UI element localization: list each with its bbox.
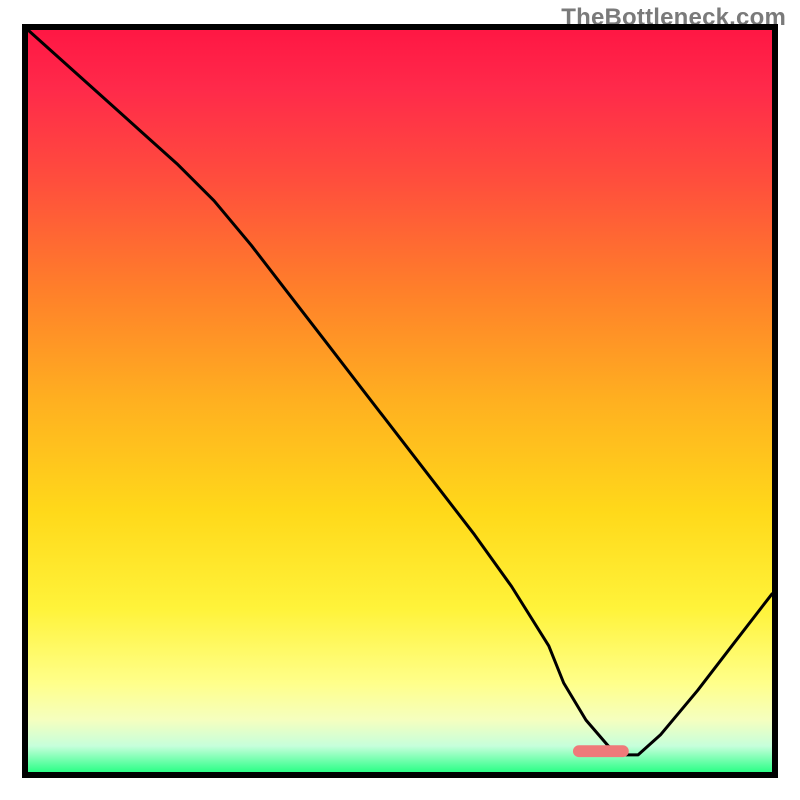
gradient-background — [28, 30, 772, 772]
chart-container: TheBottleneck.com — [0, 0, 800, 800]
bottleneck-chart — [0, 0, 800, 800]
optimal-range-marker — [573, 745, 629, 757]
